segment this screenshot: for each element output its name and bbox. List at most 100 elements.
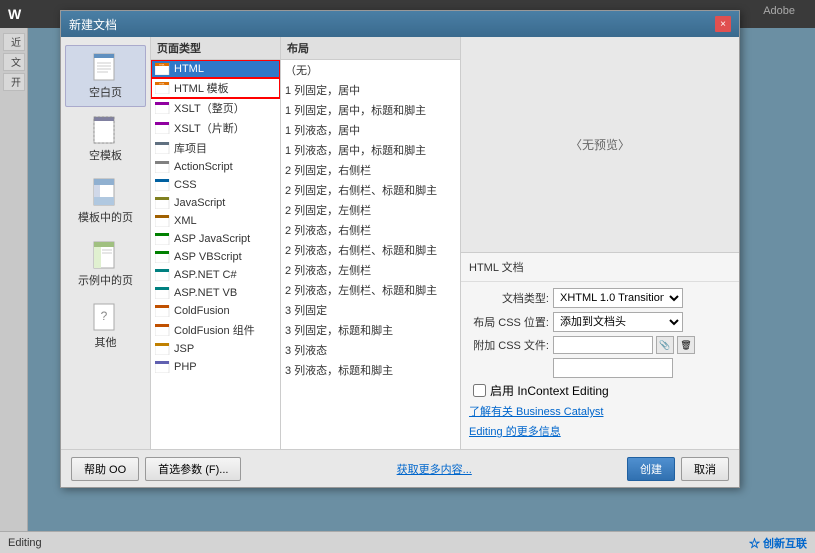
sample-page-icon xyxy=(90,240,122,272)
dialog-titlebar: 新建文档 × xyxy=(61,11,739,37)
layout-2col-fluid-left[interactable]: 2 列液态，左侧栏 xyxy=(281,260,460,280)
page-type-aspnet-cs[interactable]: ASP.NET C# xyxy=(151,266,280,284)
page-type-xslt-fragment-label: XSLT（片断） xyxy=(174,120,245,136)
blank-template-icon xyxy=(90,115,122,147)
category-template-page[interactable]: 模板中的页 xyxy=(65,171,146,231)
create-button[interactable]: 创建 xyxy=(627,457,675,481)
page-type-css-label: CSS xyxy=(174,179,197,191)
page-type-list[interactable]: HTML HTML HTML HTML 模板 xyxy=(151,60,280,449)
sidebar-doc[interactable]: 文 xyxy=(3,53,25,71)
category-blank-page[interactable]: 空白页 xyxy=(65,45,146,107)
help-button[interactable]: 帮助 OO xyxy=(71,457,139,481)
sample-page-label: 示例中的页 xyxy=(78,275,133,288)
page-type-xml[interactable]: XML xyxy=(151,212,280,230)
page-type-html[interactable]: HTML HTML xyxy=(151,60,280,78)
category-blank-template[interactable]: 空模板 xyxy=(65,109,146,169)
attach-css-area: 📎 🗑 xyxy=(553,336,695,354)
page-type-aspnet-vb[interactable]: ASP.NET VB xyxy=(151,284,280,302)
layout-3col-fixed-hf[interactable]: 3 列固定，标题和脚主 xyxy=(281,320,460,340)
sidebar-recent[interactable]: 近 xyxy=(3,33,25,51)
xml-file-icon xyxy=(155,215,171,227)
layout-3col-fixed[interactable]: 3 列固定 xyxy=(281,300,460,320)
page-type-xslt-whole-label: XSLT（整页） xyxy=(174,100,245,116)
attach-css-path-input[interactable] xyxy=(553,358,673,378)
sidebar-open[interactable]: 开 xyxy=(3,73,25,91)
svg-text:HTML: HTML xyxy=(159,84,165,86)
page-type-html-label: HTML xyxy=(174,63,204,75)
cf-comp-file-icon xyxy=(155,324,171,336)
attach-css-input[interactable] xyxy=(553,336,653,354)
cancel-button[interactable]: 取消 xyxy=(681,457,729,481)
xslt-fragment-file-icon xyxy=(155,122,171,134)
layout-1col-fixed-center[interactable]: 1 列固定，居中 xyxy=(281,80,460,100)
dialog-title: 新建文档 xyxy=(69,16,117,33)
attach-css-browse-button[interactable]: 📎 xyxy=(656,336,674,354)
page-type-html-template[interactable]: HTML HTML 模板 xyxy=(151,78,280,98)
app-left-sidebar: 近 文 开 xyxy=(0,28,28,531)
link-row: 了解有关 Business Catalyst xyxy=(469,403,731,419)
layout-none-label: （无） xyxy=(285,62,318,78)
aspnet-vb-file-icon xyxy=(155,287,171,299)
html-file-icon: HTML xyxy=(155,63,171,75)
as-file-icon xyxy=(155,161,171,173)
aspnet-cs-file-icon xyxy=(155,269,171,281)
layout-2col-fluid-right[interactable]: 2 列液态，右侧栏 xyxy=(281,220,460,240)
blank-page-icon xyxy=(90,52,122,84)
page-type-javascript[interactable]: JavaScript xyxy=(151,194,280,212)
layout-3col-fluid[interactable]: 3 列液态 xyxy=(281,340,460,360)
page-type-css[interactable]: CSS xyxy=(151,176,280,194)
page-type-javascript-label: JavaScript xyxy=(174,197,225,209)
page-type-html-template-label: HTML 模板 xyxy=(174,80,229,96)
layout-2col-fluid-right-label: 2 列液态，右侧栏 xyxy=(285,222,371,238)
brand-logo: ☆ 创新互联 xyxy=(749,535,807,551)
business-catalyst-link[interactable]: 了解有关 Business Catalyst xyxy=(469,403,603,419)
page-type-jsp[interactable]: JSP xyxy=(151,340,280,358)
layout-1col-fluid-center[interactable]: 1 列液态，居中 xyxy=(281,120,460,140)
page-type-library[interactable]: 库项目 xyxy=(151,138,280,158)
editing-link[interactable]: Editing 的更多信息 xyxy=(469,423,561,439)
layout-2col-fixed-right-hf[interactable]: 2 列固定，右侧栏、标题和脚主 xyxy=(281,180,460,200)
layout-none[interactable]: （无） xyxy=(281,60,460,80)
incontext-checkbox[interactable] xyxy=(473,384,486,397)
page-type-actionscript[interactable]: ActionScript xyxy=(151,158,280,176)
layout-2col-fluid-right-hf[interactable]: 2 列液态，右侧栏、标题和脚主 xyxy=(281,240,460,260)
new-document-dialog: 新建文档 × 空白页 xyxy=(60,10,740,488)
layout-1col-fixed-center-hf[interactable]: 1 列固定，居中，标题和脚主 xyxy=(281,100,460,120)
layout-2col-fluid-left-hf[interactable]: 2 列液态，左侧栏、标题和脚主 xyxy=(281,280,460,300)
doc-type-select[interactable]: XHTML 1.0 Transitional xyxy=(553,288,683,308)
dialog-close-button[interactable]: × xyxy=(715,16,731,32)
form-area: 文档类型: XHTML 1.0 Transitional 布局 CSS 位置: … xyxy=(461,282,739,449)
page-type-xslt-whole[interactable]: XSLT（整页） xyxy=(151,98,280,118)
page-type-coldfusion[interactable]: ColdFusion xyxy=(151,302,280,320)
page-type-asp-js[interactable]: ASP JavaScript xyxy=(151,230,280,248)
attach-css-label: 附加 CSS 文件: xyxy=(469,337,549,353)
layout-list[interactable]: （无） 1 列固定，居中 1 列固定，居中，标题和脚主 1 列液态，居中 1 列… xyxy=(281,60,460,449)
page-type-xslt-fragment[interactable]: XSLT（片断） xyxy=(151,118,280,138)
layout-1col-fluid-center-hf[interactable]: 1 列液态，居中，标题和脚主 xyxy=(281,140,460,160)
page-type-php-label: PHP xyxy=(174,361,197,373)
library-file-icon xyxy=(155,142,171,154)
blank-template-label: 空模板 xyxy=(89,150,122,163)
page-type-panel: 页面类型 HTML HTML HTML xyxy=(151,37,281,449)
preview-area: 〈无预览〉 xyxy=(461,37,739,253)
doc-type-label: 文档类型: xyxy=(469,290,549,306)
category-other[interactable]: ? 其他 xyxy=(65,296,146,356)
layout-3col-fluid-label: 3 列液态 xyxy=(285,342,327,358)
layout-css-label: 布局 CSS 位置: xyxy=(469,314,549,330)
doc-info: HTML 文档 xyxy=(461,253,739,282)
layout-panel: 布局 （无） 1 列固定，居中 1 列固定，居中，标题和脚主 1 列液态，居中 xyxy=(281,37,461,449)
page-type-coldfusion-comp[interactable]: ColdFusion 组件 xyxy=(151,320,280,340)
attach-css-clear-button[interactable]: 🗑 xyxy=(677,336,695,354)
prefs-button[interactable]: 首选参数 (F)... xyxy=(145,457,241,481)
page-type-php[interactable]: PHP xyxy=(151,358,280,376)
page-type-library-label: 库项目 xyxy=(174,140,207,156)
category-sample-page[interactable]: 示例中的页 xyxy=(65,234,146,294)
css-file-icon xyxy=(155,179,171,191)
layout-css-select[interactable]: 添加到文档头 xyxy=(553,312,683,332)
layout-3col-fluid-hf[interactable]: 3 列液态，标题和脚主 xyxy=(281,360,460,380)
page-type-asp-vbs[interactable]: ASP VBScript xyxy=(151,248,280,266)
incontext-row: 启用 InContext Editing xyxy=(469,382,731,399)
get-more-link[interactable]: 获取更多内容... xyxy=(397,464,472,476)
layout-2col-fixed-left[interactable]: 2 列固定，左侧栏 xyxy=(281,200,460,220)
layout-2col-fixed-right[interactable]: 2 列固定，右侧栏 xyxy=(281,160,460,180)
